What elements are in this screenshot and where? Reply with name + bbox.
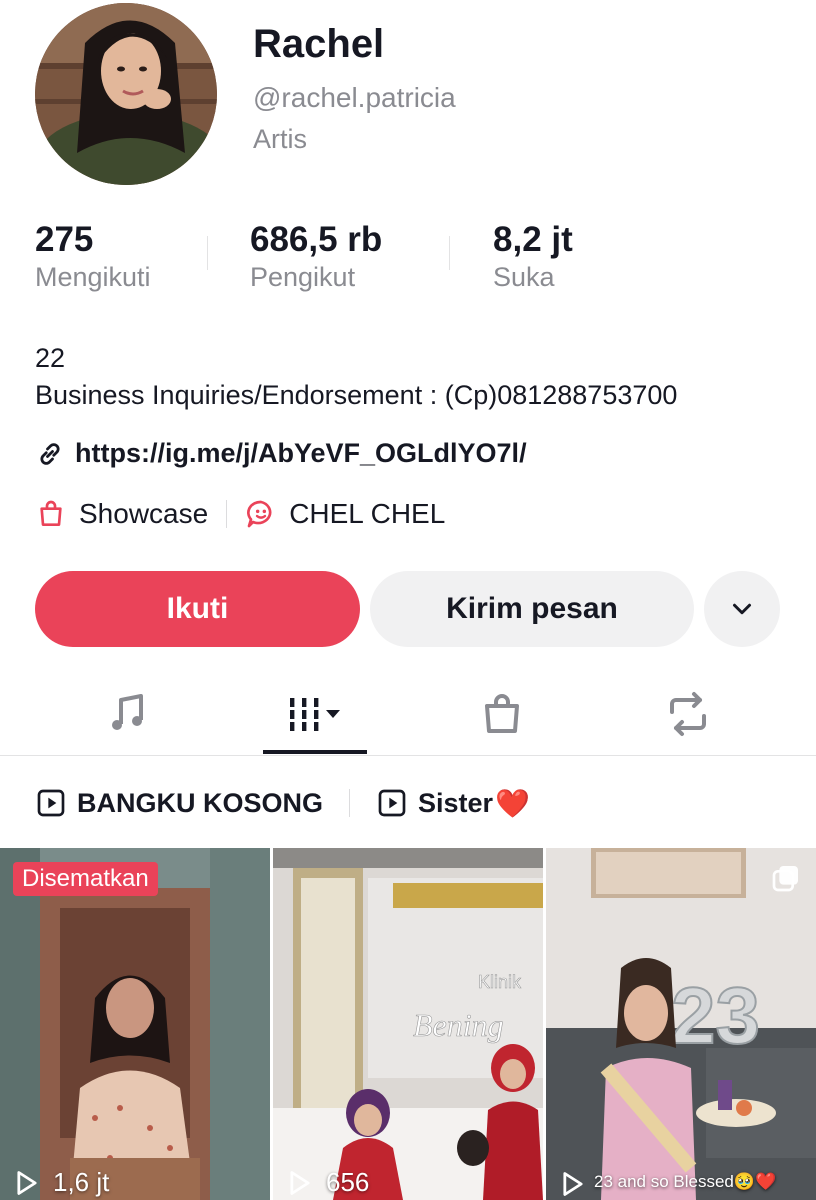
tab-reposts[interactable] bbox=[658, 686, 718, 742]
music-icon bbox=[112, 694, 143, 730]
tabs-divider bbox=[0, 755, 816, 756]
view-count: 1,6 jt bbox=[15, 1167, 109, 1198]
follow-button[interactable]: Ikuti bbox=[35, 571, 360, 647]
play-icon bbox=[563, 1172, 583, 1196]
svg-text:Klinik: Klinik bbox=[478, 972, 522, 992]
stat-divider bbox=[207, 236, 208, 270]
group-chat-label: CHEL CHEL bbox=[289, 498, 446, 529]
view-count-value: 656 bbox=[326, 1167, 370, 1197]
svg-text:23: 23 bbox=[671, 971, 760, 1060]
group-chat-link[interactable]: CHEL CHEL bbox=[245, 498, 445, 530]
stat-likes-value: 8,2 jt bbox=[493, 220, 573, 259]
stat-following[interactable]: 275 Mengikuti bbox=[35, 220, 151, 294]
video-tile[interactable]: Klinik Bening 656 bbox=[273, 848, 543, 1200]
more-options-button[interactable] bbox=[704, 571, 780, 647]
stat-followers[interactable]: 686,5 rb Pengikut bbox=[250, 220, 382, 294]
multi-photo-icon bbox=[772, 866, 798, 892]
playlist-emoji: ❤️ bbox=[495, 787, 530, 819]
pinned-badge: Disematkan bbox=[13, 862, 158, 896]
avatar-image bbox=[35, 3, 217, 185]
stat-divider bbox=[449, 236, 450, 270]
playlist-label: BANGKU KOSONG bbox=[77, 787, 324, 818]
active-tab-indicator bbox=[263, 750, 367, 754]
profile-avatar[interactable] bbox=[35, 3, 217, 185]
shopping-bag-icon bbox=[40, 500, 62, 526]
playlist-item[interactable]: Sister ❤️ bbox=[376, 787, 530, 820]
video-grid: Disematkan 1,6 jt Klinik Bening 656 23 2… bbox=[0, 848, 816, 1200]
stat-followers-value: 686,5 rb bbox=[250, 220, 383, 259]
view-count-value: 1,6 jt bbox=[53, 1167, 110, 1197]
showcase-link[interactable]: Showcase bbox=[35, 498, 208, 530]
svg-text:Bening: Bening bbox=[413, 1007, 504, 1043]
playlist-divider bbox=[349, 789, 351, 817]
video-thumbnail: Klinik Bening bbox=[273, 848, 543, 1200]
send-message-button[interactable]: Kirim pesan bbox=[370, 571, 694, 647]
profile-category: Artis bbox=[253, 124, 307, 154]
bio-line-age: 22 bbox=[35, 343, 66, 373]
tab-videos[interactable] bbox=[280, 686, 352, 742]
tab-shop[interactable] bbox=[472, 686, 532, 742]
showcase-label: Showcase bbox=[79, 498, 209, 529]
tab-music[interactable] bbox=[97, 686, 157, 742]
video-thumbnail: 23 bbox=[546, 848, 816, 1200]
repost-icon bbox=[670, 692, 706, 736]
profile-features: Showcase CHEL CHEL bbox=[35, 494, 445, 534]
playlist-play-icon bbox=[378, 789, 406, 817]
profile-link-text: https://ig.me/j/AbYeVF_OGLdlYO7l/ bbox=[75, 438, 527, 468]
video-caption: 23 and so Blessed🥹❤️ bbox=[594, 1172, 777, 1191]
playlist-play-icon bbox=[37, 789, 65, 817]
playlist-label: Sister bbox=[418, 787, 494, 818]
playlists-row: BANGKU KOSONG Sister ❤️ bbox=[35, 783, 530, 823]
profile-link[interactable]: https://ig.me/j/AbYeVF_OGLdlYO7l/ bbox=[35, 438, 527, 469]
shop-bag-icon bbox=[485, 694, 519, 733]
profile-name: Rachel bbox=[253, 22, 385, 66]
group-chat-icon bbox=[247, 500, 272, 528]
play-icon bbox=[17, 1170, 37, 1195]
video-thumbnail bbox=[0, 848, 270, 1200]
video-tile[interactable]: Disematkan 1,6 jt bbox=[0, 848, 270, 1200]
feature-divider bbox=[226, 500, 228, 528]
chevron-down-icon bbox=[733, 603, 751, 615]
play-icon bbox=[290, 1170, 310, 1195]
stat-likes[interactable]: 8,2 jt Suka bbox=[493, 220, 573, 294]
stat-likes-label: Suka bbox=[493, 262, 555, 292]
videos-grid-icon bbox=[290, 698, 340, 731]
stat-following-label: Mengikuti bbox=[35, 262, 151, 292]
view-count: 656 bbox=[288, 1167, 369, 1198]
stat-following-value: 275 bbox=[35, 220, 94, 259]
video-tile[interactable]: 23 23 and so Blessed🥹❤️ bbox=[546, 848, 816, 1200]
profile-handle: @rachel.patricia bbox=[253, 82, 456, 113]
profile-bio: 22 Business Inquiries/Endorsement : (Cp)… bbox=[35, 340, 677, 414]
bio-line-business: Business Inquiries/Endorsement : (Cp)081… bbox=[35, 380, 678, 410]
stat-followers-label: Pengikut bbox=[250, 262, 356, 292]
link-icon bbox=[40, 442, 60, 465]
playlist-item[interactable]: BANGKU KOSONG bbox=[35, 787, 323, 819]
